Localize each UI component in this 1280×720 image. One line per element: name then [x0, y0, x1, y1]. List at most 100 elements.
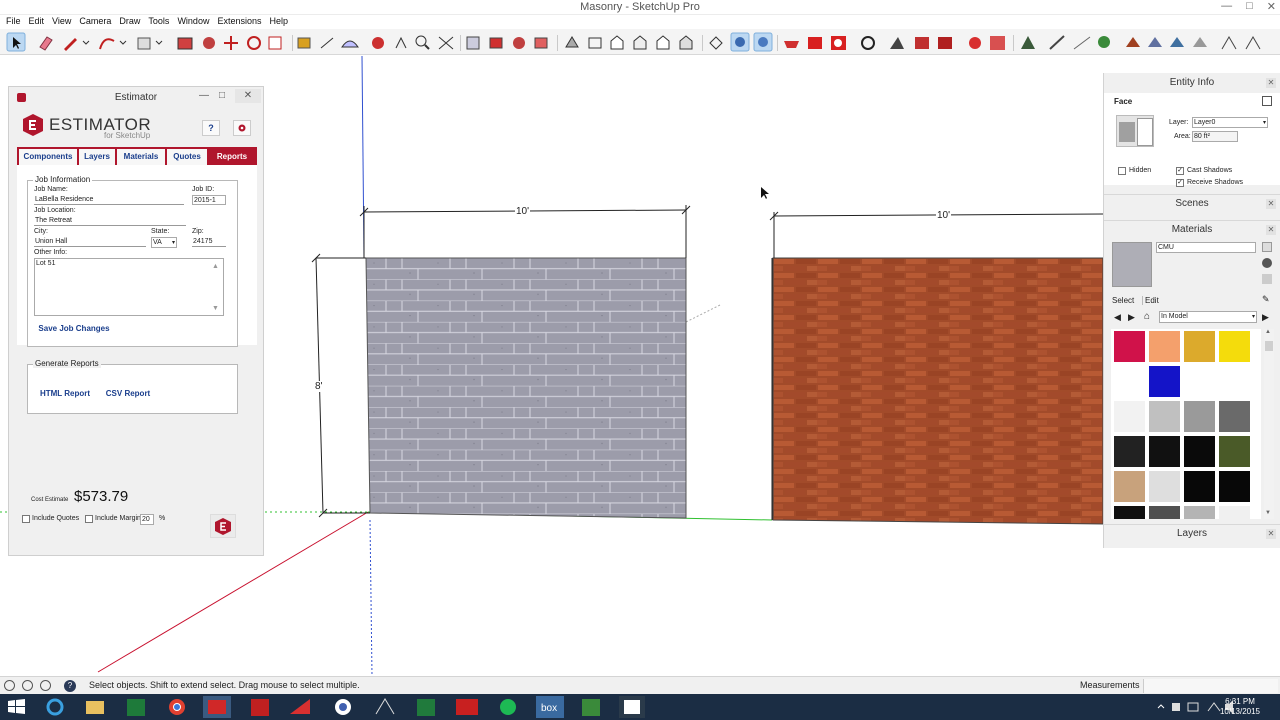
monochrome-icon[interactable]: [679, 35, 693, 50]
material-swatch[interactable]: [1184, 331, 1215, 362]
help-button[interactable]: ?: [202, 120, 220, 136]
material-swatch[interactable]: [1184, 401, 1215, 432]
job-location-input[interactable]: The Retreat: [34, 216, 186, 226]
scenes-header[interactable]: Scenes: [1104, 194, 1280, 212]
material-swatch[interactable]: [1219, 436, 1250, 467]
job-id-input[interactable]: 2015-1: [192, 195, 226, 205]
terminal-icon[interactable]: [619, 696, 645, 718]
material-swatch[interactable]: [1114, 436, 1145, 467]
view-right-icon[interactable]: [534, 37, 548, 49]
solid-tool-6-icon[interactable]: [1245, 36, 1261, 50]
menu-camera[interactable]: Camera: [75, 15, 115, 29]
arc-icon[interactable]: [99, 38, 127, 50]
estimator-maximize-button[interactable]: □: [215, 89, 229, 103]
xray-icon[interactable]: [565, 36, 579, 48]
menu-draw[interactable]: Draw: [115, 15, 144, 29]
scroll-down-icon[interactable]: ▼: [1265, 510, 1271, 516]
solid-tool-2-icon[interactable]: [1148, 37, 1162, 47]
solid-tool-5-icon[interactable]: [1221, 36, 1237, 50]
default-material-icon[interactable]: [1262, 274, 1272, 284]
push-pull-icon[interactable]: [177, 37, 193, 50]
menu-tools[interactable]: Tools: [144, 15, 173, 29]
taskbar-clock[interactable]: 6:31 PM 10/13/2015: [1220, 697, 1260, 717]
zoom-icon[interactable]: [415, 35, 430, 50]
html-report-button[interactable]: HTML Report: [34, 386, 96, 402]
share-model-icon[interactable]: [808, 37, 822, 49]
chrome-icon[interactable]: [169, 699, 185, 715]
scroll-down-icon[interactable]: ▼: [212, 305, 219, 312]
state-select[interactable]: VA ▾: [151, 237, 177, 248]
material-swatch[interactable]: [1149, 436, 1180, 467]
protractor-icon[interactable]: [341, 40, 359, 48]
material-swatch[interactable]: [1184, 366, 1215, 397]
entity-info-header[interactable]: Entity Info: [1104, 74, 1280, 92]
materials-header[interactable]: Materials: [1104, 220, 1280, 238]
material-swatch[interactable]: [1219, 506, 1250, 519]
layout-icon[interactable]: [290, 699, 310, 714]
rotate-icon[interactable]: [247, 36, 261, 50]
wireframe-icon[interactable]: [588, 37, 602, 49]
material-swatch[interactable]: [1114, 331, 1145, 362]
tab-select[interactable]: Select: [1112, 296, 1134, 305]
tab-materials[interactable]: Materials: [117, 149, 165, 165]
home-icon[interactable]: ⌂: [1144, 311, 1150, 322]
material-swatch[interactable]: [1149, 401, 1180, 432]
credits-icon[interactable]: [22, 680, 33, 691]
zip-input[interactable]: 24175: [192, 237, 226, 247]
excel-icon[interactable]: [417, 699, 435, 716]
tape-measure-icon[interactable]: [297, 37, 311, 49]
material-swatch[interactable]: [1184, 506, 1215, 519]
job-name-input[interactable]: LaBella Residence: [34, 195, 184, 205]
sketchup-icon[interactable]: [203, 696, 231, 718]
create-material-icon[interactable]: [1262, 258, 1272, 268]
material-swatch[interactable]: [1114, 506, 1145, 519]
estimator-minimize-button[interactable]: —: [197, 89, 211, 103]
material-swatch[interactable]: [1114, 471, 1145, 502]
spotify-icon[interactable]: [500, 699, 516, 715]
geolocation-icon[interactable]: [861, 36, 875, 50]
rectangle-icon[interactable]: [137, 37, 163, 50]
hidden-checkbox[interactable]: [1118, 167, 1126, 175]
entity-info-close-icon[interactable]: ✕: [1266, 78, 1276, 88]
warehouse-icon[interactable]: [784, 41, 799, 48]
forward-arrow-icon[interactable]: ▶: [1128, 312, 1135, 323]
collection-select[interactable]: In Model ▾: [1159, 311, 1257, 323]
details-arrow-icon[interactable]: ▶: [1262, 312, 1269, 323]
photo-texture-icon[interactable]: [938, 37, 952, 49]
ruler-icon[interactable]: [1049, 35, 1065, 50]
camtasia-icon[interactable]: [456, 699, 478, 715]
excel-sheets-icon[interactable]: [127, 699, 145, 716]
cortana-icon[interactable]: [335, 699, 351, 715]
material-swatch[interactable]: [1149, 506, 1180, 519]
tab-edit[interactable]: Edit: [1142, 296, 1159, 305]
layer-select[interactable]: Layer0 ▾: [1192, 117, 1268, 128]
margin-input[interactable]: 20: [140, 514, 154, 525]
tab-components[interactable]: Components: [19, 149, 77, 165]
entity-info-toggle-icon[interactable]: [1262, 96, 1272, 106]
styles-icon[interactable]: [890, 37, 904, 49]
include-quotes-checkbox[interactable]: [22, 515, 30, 523]
inkscape-icon[interactable]: [375, 698, 395, 715]
scroll-up-icon[interactable]: ▲: [1265, 329, 1271, 335]
city-input[interactable]: Union Hall: [34, 237, 146, 247]
pencil-icon[interactable]: [64, 38, 90, 51]
other-info-textarea[interactable]: Lot 51: [34, 258, 224, 316]
cmu-wall[interactable]: [365, 257, 687, 519]
menu-help[interactable]: Help: [265, 15, 292, 29]
view-top-icon[interactable]: [489, 37, 503, 49]
estimator-titlebar[interactable]: Estimator — □ ✕: [9, 87, 263, 107]
grid-icon[interactable]: [990, 36, 1005, 50]
follow-me-icon[interactable]: [203, 37, 215, 49]
save-job-changes-button[interactable]: Save Job Changes: [34, 321, 114, 337]
box-icon[interactable]: box: [536, 696, 564, 718]
hidden-line-icon[interactable]: [610, 35, 624, 50]
layers-close-icon[interactable]: ✕: [1266, 529, 1276, 539]
material-swatch[interactable]: [1219, 366, 1250, 397]
tab-reports[interactable]: Reports: [209, 149, 255, 165]
material-swatch[interactable]: [1184, 471, 1215, 502]
move-icon[interactable]: [224, 36, 238, 50]
solid-tool-4-icon[interactable]: [1193, 37, 1207, 47]
measurements-input[interactable]: [1143, 679, 1278, 693]
figure-icon[interactable]: [1098, 36, 1110, 48]
dimension-icon[interactable]: [320, 37, 334, 49]
